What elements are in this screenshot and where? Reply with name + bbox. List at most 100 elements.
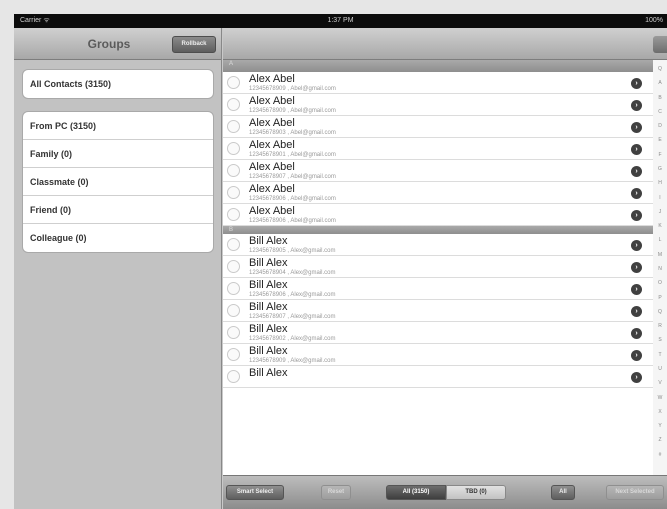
section-header: A [223, 60, 653, 72]
contacts-pane: A Alex Abel 12345678909 , Abel@gmail.com › A… [223, 28, 667, 509]
disclosure-arrow-icon[interactable]: › [631, 240, 642, 251]
contact-row[interactable]: Bill Alex 12345678905 , Alex@gmail.com › [223, 234, 653, 256]
index-letter[interactable]: I [653, 195, 667, 201]
index-letter[interactable]: # [653, 452, 667, 458]
group-item-all-contacts[interactable]: All Contacts (3150) [23, 70, 213, 98]
index-letter[interactable]: T [653, 352, 667, 358]
group-item[interactable]: Colleague (0) [23, 224, 213, 252]
select-circle-icon[interactable] [227, 208, 240, 221]
contact-name: Alex Abel [249, 117, 295, 129]
index-letter[interactable]: G [653, 166, 667, 172]
contact-row[interactable]: Alex Abel 12345678901 , Abel@gmail.com › [223, 138, 653, 160]
index-letter[interactable]: K [653, 223, 667, 229]
contact-row[interactable]: Bill Alex 12345678909 , Alex@gmail.com › [223, 344, 653, 366]
select-circle-icon[interactable] [227, 164, 240, 177]
select-all-button[interactable]: All [551, 485, 575, 500]
index-letter[interactable]: F [653, 152, 667, 158]
select-circle-icon[interactable] [227, 260, 240, 273]
disclosure-arrow-icon[interactable]: › [631, 372, 642, 383]
contact-detail: 12345678909 , Abel@gmail.com [249, 86, 336, 92]
index-letter[interactable]: C [653, 109, 667, 115]
nav-action-button[interactable] [653, 36, 667, 53]
group-item[interactable]: Family (0) [23, 140, 213, 168]
select-circle-icon[interactable] [227, 76, 240, 89]
index-letter[interactable]: P [653, 295, 667, 301]
disclosure-arrow-icon[interactable]: › [631, 144, 642, 155]
next-selected-button[interactable]: Next Selected [606, 485, 664, 500]
select-circle-icon[interactable] [227, 186, 240, 199]
disclosure-arrow-icon[interactable]: › [631, 78, 642, 89]
contact-row[interactable]: Bill Alex 12345678906 , Alex@gmail.com › [223, 278, 653, 300]
group-item[interactable]: Classmate (0) [23, 168, 213, 196]
disclosure-arrow-icon[interactable]: › [631, 210, 642, 221]
select-circle-icon[interactable] [227, 370, 240, 383]
select-circle-icon[interactable] [227, 98, 240, 111]
index-letter[interactable]: Z [653, 437, 667, 443]
select-circle-icon[interactable] [227, 120, 240, 133]
disclosure-arrow-icon[interactable]: › [631, 350, 642, 361]
disclosure-arrow-icon[interactable]: › [631, 188, 642, 199]
index-letter[interactable]: U [653, 366, 667, 372]
section-index[interactable]: Q A B C D E F G H I J K L M N O P Q R S T U V W X Y Z # [653, 60, 667, 475]
contact-row[interactable]: Alex Abel 12345678906 , Abel@gmail.com › [223, 204, 653, 226]
disclosure-arrow-icon[interactable]: › [631, 262, 642, 273]
contact-row[interactable]: Alex Abel 12345678909 , Abel@gmail.com › [223, 72, 653, 94]
rollback-button[interactable]: Rollback [172, 36, 216, 53]
group-item[interactable]: Friend (0) [23, 196, 213, 224]
contact-detail: 12345678904 , Alex@gmail.com [249, 270, 336, 276]
contact-row[interactable]: Alex Abel 12345678907 , Abel@gmail.com › [223, 160, 653, 182]
index-letter[interactable]: M [653, 252, 667, 258]
disclosure-arrow-icon[interactable]: › [631, 284, 642, 295]
select-circle-icon[interactable] [227, 348, 240, 361]
index-letter[interactable]: B [653, 95, 667, 101]
index-letter[interactable]: D [653, 123, 667, 129]
contact-name: Alex Abel [249, 139, 295, 151]
contact-row[interactable]: Bill Alex 12345678902 , Alex@gmail.com › [223, 322, 653, 344]
select-circle-icon[interactable] [227, 304, 240, 317]
index-letter[interactable]: S [653, 337, 667, 343]
section-header: B [223, 226, 653, 234]
disclosure-arrow-icon[interactable]: › [631, 328, 642, 339]
select-circle-icon[interactable] [227, 142, 240, 155]
contact-row[interactable]: Bill Alex 12345678907 , Alex@gmail.com › [223, 300, 653, 322]
contacts-list[interactable]: A Alex Abel 12345678909 , Abel@gmail.com › A… [223, 60, 653, 475]
disclosure-arrow-icon[interactable]: › [631, 306, 642, 317]
index-letter[interactable]: J [653, 209, 667, 215]
disclosure-arrow-icon[interactable]: › [631, 100, 642, 111]
contact-row[interactable]: Alex Abel 12345678906 , Abel@gmail.com › [223, 182, 653, 204]
index-letter[interactable]: Q [653, 309, 667, 315]
groups-nav-bar: Groups Rollback [14, 28, 221, 60]
index-letter[interactable]: H [653, 180, 667, 186]
segment-all[interactable]: All (3150) [386, 485, 446, 500]
contact-row[interactable]: Alex Abel 12345678903 , Abel@gmail.com › [223, 116, 653, 138]
index-letter[interactable]: X [653, 409, 667, 415]
index-letter[interactable]: N [653, 266, 667, 272]
contact-detail: 12345678902 , Alex@gmail.com [249, 336, 336, 342]
index-letter[interactable]: R [653, 323, 667, 329]
contact-name: Alex Abel [249, 73, 295, 85]
contact-row[interactable]: Alex Abel 12345678909 , Abel@gmail.com › [223, 94, 653, 116]
segment-tbd[interactable]: TBD (0) [446, 485, 506, 500]
reset-button[interactable]: Reset [321, 485, 351, 500]
contact-row[interactable]: Bill Alex › [223, 366, 653, 388]
disclosure-arrow-icon[interactable]: › [631, 122, 642, 133]
index-letter[interactable]: O [653, 280, 667, 286]
select-circle-icon[interactable] [227, 238, 240, 251]
index-letter[interactable]: V [653, 380, 667, 386]
group-item[interactable]: From PC (3150) [23, 112, 213, 140]
index-letter[interactable]: W [653, 395, 667, 401]
contact-detail: 12345678909 , Abel@gmail.com [249, 108, 336, 114]
disclosure-arrow-icon[interactable]: › [631, 166, 642, 177]
index-letter[interactable]: Q [653, 66, 667, 72]
select-circle-icon[interactable] [227, 282, 240, 295]
index-letter[interactable]: E [653, 137, 667, 143]
contacts-nav-bar [223, 28, 667, 60]
index-letter[interactable]: L [653, 237, 667, 243]
contact-row[interactable]: Bill Alex 12345678904 , Alex@gmail.com › [223, 256, 653, 278]
smart-select-button[interactable]: Smart Select [226, 485, 284, 500]
index-letter[interactable]: A [653, 80, 667, 86]
groups-list: From PC (3150) Family (0) Classmate (0) Fri… [22, 111, 214, 253]
contact-name: Alex Abel [249, 95, 295, 107]
select-circle-icon[interactable] [227, 326, 240, 339]
index-letter[interactable]: Y [653, 423, 667, 429]
